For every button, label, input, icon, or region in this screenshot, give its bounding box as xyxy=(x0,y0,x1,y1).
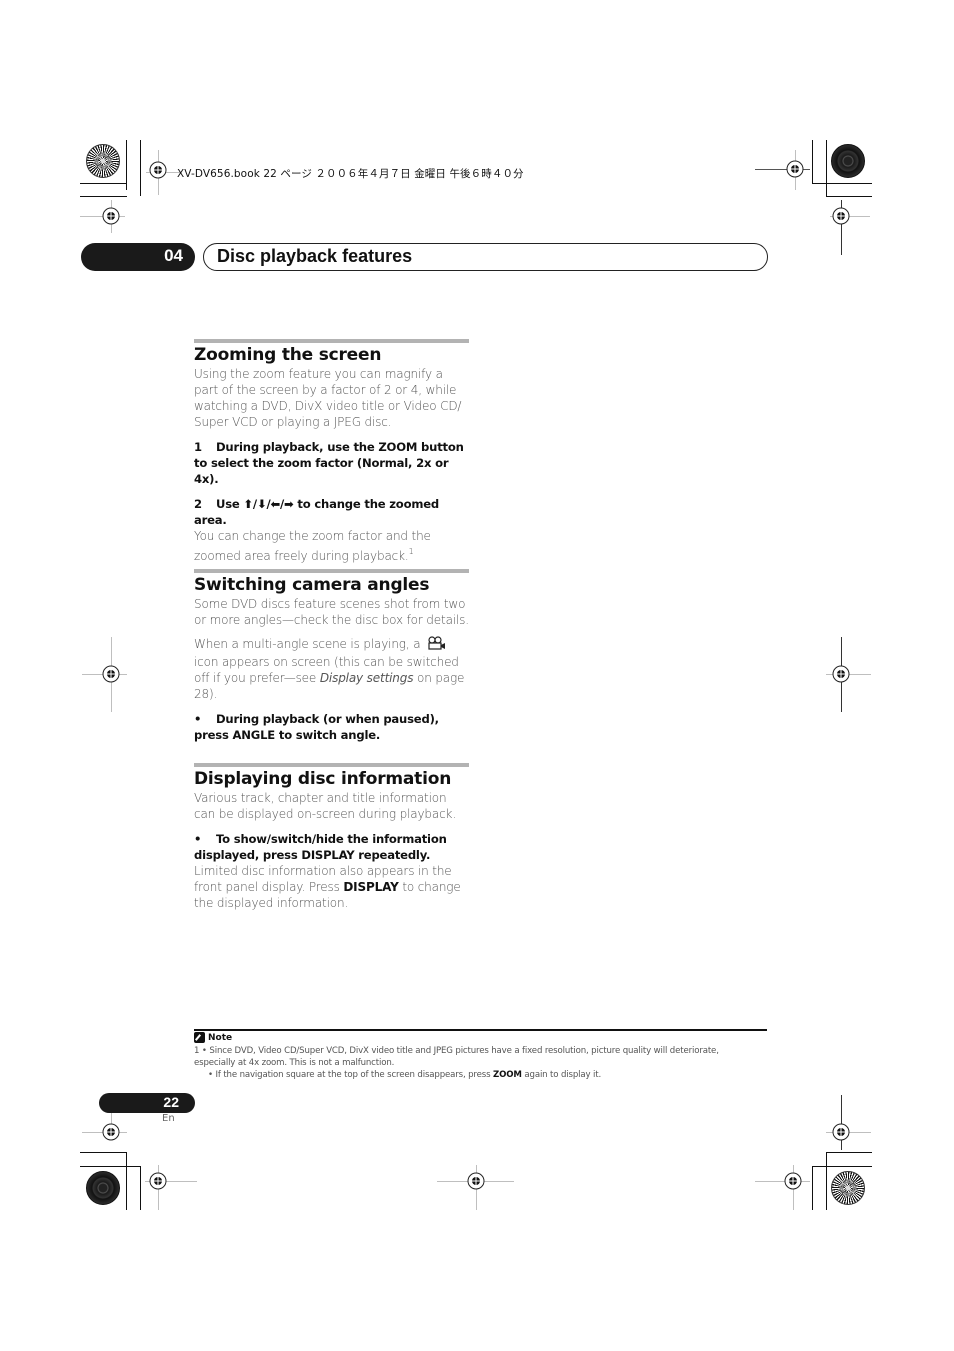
footnote-text: • If the navigation square at the top of… xyxy=(208,1070,491,1080)
display-button-label: DISPLAY xyxy=(343,880,399,894)
section-intro: Using the zoom feature you can magnify a… xyxy=(194,367,462,429)
camera-angle-icon xyxy=(427,636,447,654)
page-language: En xyxy=(162,1113,175,1124)
footnote-text: again to display it. xyxy=(524,1070,602,1080)
step-2: 2 Use ⬆/⬇/⬅/➡ to change the zoomed area. xyxy=(194,496,469,528)
note-header: Note xyxy=(194,1032,232,1043)
pencil-note-icon xyxy=(194,1032,205,1043)
para-text: When a multi-angle scene is playing, a xyxy=(194,637,421,651)
footnote-line: • If the navigation square at the top of… xyxy=(208,1069,601,1081)
crop-line xyxy=(812,1166,872,1167)
registration-target-icon xyxy=(832,207,850,225)
registration-disc-icon xyxy=(831,144,865,178)
zoom-button-label: ZOOM xyxy=(493,1070,522,1080)
crop-line xyxy=(140,1166,141,1210)
crop-line xyxy=(80,183,127,184)
chapter-title-box: Disc playback features xyxy=(203,243,768,271)
step-text: During playback, use the ZOOM button to … xyxy=(194,440,464,486)
registration-target-icon xyxy=(467,1172,485,1190)
step-text: Use ⬆/⬇/⬅/➡ to change the zoomed area. xyxy=(194,497,439,527)
step-text: During playback (or when paused), press … xyxy=(194,712,439,742)
print-slug-line: XV-DV656.book 22 ページ ２００６年４月７日 金曜日 午後６時４… xyxy=(177,168,524,180)
page-number-badge: 22 xyxy=(99,1093,195,1113)
crop-line xyxy=(140,140,141,196)
chapter-title: Disc playback features xyxy=(217,246,413,266)
registration-target-icon xyxy=(786,160,804,178)
crop-line xyxy=(80,196,127,197)
page-number: 22 xyxy=(163,1094,179,1110)
section-zooming: Zooming the screen Using the zoom featur… xyxy=(194,339,469,566)
step-number: 2 xyxy=(194,497,202,511)
crop-line xyxy=(826,140,827,197)
step-text: To show/switch/hide the information disp… xyxy=(194,832,447,862)
bullet-step: • During playback (or when paused), press… xyxy=(194,711,469,743)
section-rule xyxy=(194,569,469,573)
step-1: 1 During playback, use the ZOOM button to… xyxy=(194,439,469,487)
registration-disc-icon xyxy=(86,1171,120,1205)
bullet-step: • To show/switch/hide the information dis… xyxy=(194,831,469,863)
step-2-detail: You can change the zoom factor and the z… xyxy=(194,526,469,566)
section-rule xyxy=(194,763,469,767)
registration-disc-icon xyxy=(831,1171,865,1205)
registration-target-icon xyxy=(102,207,120,225)
display-settings-ref[interactable]: Display settings xyxy=(320,671,414,685)
crop-line xyxy=(812,1166,813,1210)
footnote-line: 1 • Since DVD, Video CD/Super VCD, DivX … xyxy=(194,1046,719,1056)
detail-text: You can change the zoom factor and the z… xyxy=(194,529,431,563)
registration-target-icon xyxy=(149,1172,167,1190)
section-para: When a multi-angle scene is playing, a i… xyxy=(194,636,469,702)
crop-line xyxy=(826,1152,827,1210)
crop-line xyxy=(812,140,813,184)
registration-target-icon xyxy=(784,1172,802,1190)
bullet: • xyxy=(194,832,202,846)
note-label: Note xyxy=(208,1032,233,1043)
registration-target-icon xyxy=(102,1123,120,1141)
section-heading: Displaying disc information xyxy=(194,769,452,789)
section-heading: Zooming the screen xyxy=(194,345,382,365)
chapter-number: 04 xyxy=(164,246,183,265)
crop-line xyxy=(826,1152,872,1153)
footnote-ref[interactable]: 1 xyxy=(409,547,414,556)
section-heading: Switching camera angles xyxy=(194,575,430,595)
section-camera-angles: Switching camera angles Some DVD discs f… xyxy=(194,569,469,743)
section-disc-information: Displaying disc information Various trac… xyxy=(194,763,469,911)
crop-line xyxy=(80,1166,140,1167)
section-intro: Various track, chapter and title informa… xyxy=(194,791,456,821)
section-para: Some DVD discs feature scenes shot from … xyxy=(194,597,469,627)
bullet: • xyxy=(194,712,202,726)
crop-line xyxy=(80,1152,127,1153)
crop-line xyxy=(812,183,872,184)
note-rule xyxy=(194,1029,767,1031)
chapter-number-badge: 04 xyxy=(81,243,195,271)
registration-target-icon xyxy=(832,1123,850,1141)
step-number: 1 xyxy=(194,440,202,454)
footnote-line: especially at 4x zoom. This is not a mal… xyxy=(194,1058,395,1068)
section-rule xyxy=(194,339,469,343)
registration-target-icon xyxy=(832,665,850,683)
registration-target-icon xyxy=(102,665,120,683)
crop-line xyxy=(126,1152,127,1210)
registration-target-icon xyxy=(149,161,167,179)
crop-line xyxy=(826,196,872,197)
section-detail: Limited disc information also appears in… xyxy=(194,863,469,911)
registration-disc-icon xyxy=(86,144,120,178)
